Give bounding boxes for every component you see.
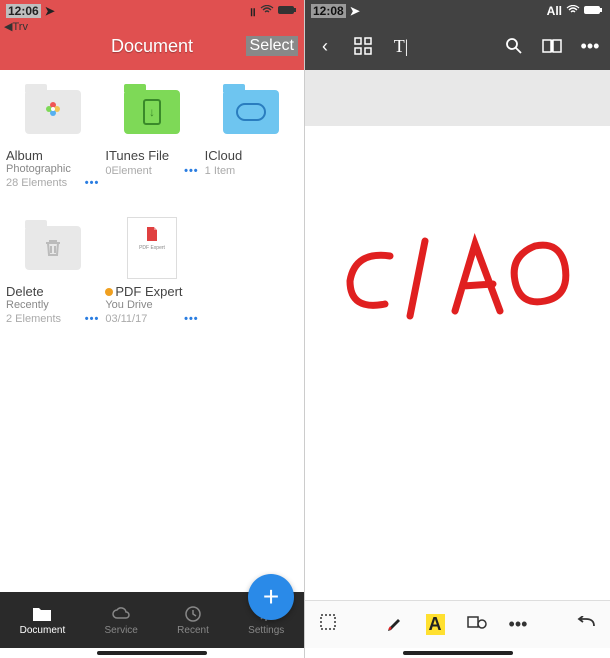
back-button[interactable]: ‹ [315, 36, 335, 56]
tile-count: 1 Item [205, 165, 236, 177]
home-indicator [305, 648, 610, 658]
nav-label: Document [20, 625, 66, 636]
folder-delete[interactable]: Delete Recently 2 Elements ••• [6, 216, 99, 346]
location-icon: ➤ [45, 4, 55, 18]
shape-tool[interactable] [467, 614, 487, 635]
nav-document[interactable]: Document [20, 605, 66, 636]
page-margin-top [305, 70, 610, 126]
selection-tool[interactable] [319, 613, 337, 636]
more-icon[interactable]: ••• [85, 177, 100, 189]
badge-dot-icon [105, 288, 113, 296]
clock-icon [183, 605, 203, 623]
cloud-icon [111, 605, 131, 623]
viewer-toolbar: ‹ T| ••• [305, 22, 610, 70]
more-icon[interactable]: ••• [184, 165, 199, 177]
tile-sub: Recently [6, 299, 99, 311]
bottom-nav: Document Service Recent Settings + [0, 592, 304, 648]
more-icon[interactable]: ••• [85, 313, 100, 325]
status-bar: 12:06 ➤ ॥ [0, 0, 304, 22]
folder-icon [32, 605, 52, 623]
document-header: ◀Trv Document Select [0, 22, 304, 70]
document-grid: Album Photographic 28 Elements ••• ITunes… [0, 70, 304, 592]
nav-service[interactable]: Service [105, 605, 138, 636]
trash-icon [38, 233, 68, 263]
carrier-label: All [547, 4, 562, 18]
document-browser-screen: 12:06 ➤ ॥ ◀Trv Document Select Album Pho… [0, 0, 305, 658]
nav-label: Service [105, 625, 138, 636]
folder-album[interactable]: Album Photographic 28 Elements ••• [6, 80, 99, 210]
tile-count: 0Element [105, 165, 151, 177]
photos-icon [41, 97, 65, 127]
highlight-tool[interactable]: A [426, 614, 445, 635]
tile-label: Delete [6, 284, 99, 299]
status-bar: 12:08 ➤ All [305, 0, 610, 22]
add-button[interactable]: + [248, 574, 294, 620]
document-area [305, 70, 610, 600]
tile-sub: Photographic [6, 163, 99, 175]
grid-view-button[interactable] [353, 36, 373, 56]
back-button[interactable]: ◀Trv [4, 20, 28, 33]
tile-sub: You Drive [105, 299, 198, 311]
tile-count: 28 Elements [6, 177, 67, 189]
status-time: 12:08 [311, 4, 346, 18]
location-icon: ➤ [350, 4, 360, 18]
file-pdf-expert[interactable]: PDF Expert PDF Expert You Drive 03/11/17… [105, 216, 198, 346]
usb-icon [143, 99, 161, 125]
tile-count: 03/11/17 [105, 313, 147, 325]
wifi-icon [566, 4, 580, 18]
pen-tool[interactable] [386, 613, 404, 636]
home-indicator [0, 648, 304, 658]
undo-button[interactable] [576, 614, 596, 635]
annotation-toolbar: A ••• [305, 600, 610, 648]
battery-icon [278, 4, 298, 18]
document-thumb-icon: PDF Expert [127, 217, 177, 279]
tile-label: ICloud [205, 148, 298, 163]
cloud-icon [236, 103, 266, 121]
more-button[interactable]: ••• [580, 36, 600, 56]
plus-icon: + [263, 581, 279, 613]
folder-itunes[interactable]: ITunes File 0Element ••• [105, 80, 198, 210]
select-button[interactable]: Select [246, 36, 298, 56]
more-icon[interactable]: ••• [184, 313, 199, 325]
nav-recent[interactable]: Recent [177, 605, 209, 636]
handwritten-annotation [335, 226, 595, 346]
nav-label: Settings [248, 625, 284, 636]
folder-icloud[interactable]: ICloud 1 Item [205, 80, 298, 210]
document-page[interactable] [305, 126, 610, 600]
text-tool-button[interactable]: T| [391, 36, 411, 56]
more-tools[interactable]: ••• [509, 614, 528, 635]
tile-label: ITunes File [105, 148, 198, 163]
reading-mode-button[interactable] [542, 36, 562, 56]
status-time: 12:06 [6, 4, 41, 18]
search-button[interactable] [504, 36, 524, 56]
nav-label: Recent [177, 625, 209, 636]
header-title: Document [111, 36, 193, 57]
tile-count: 2 Elements [6, 313, 61, 325]
pdf-viewer-screen: 12:08 ➤ All ‹ T| ••• [305, 0, 610, 658]
wifi-icon [260, 4, 274, 18]
tile-label: Album [6, 148, 99, 163]
signal-icon: ॥ [249, 3, 256, 20]
tile-label: PDF Expert [105, 284, 198, 299]
battery-icon [584, 4, 604, 18]
